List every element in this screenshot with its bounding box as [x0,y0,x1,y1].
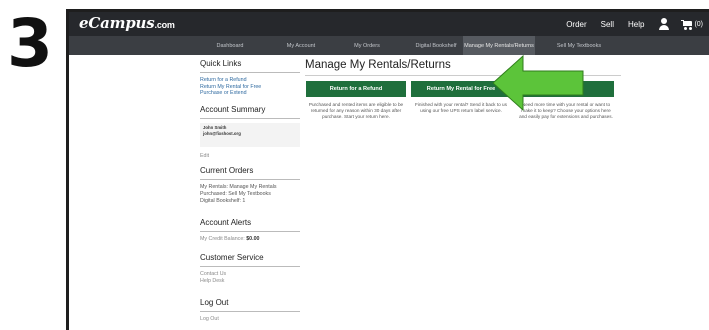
pointer-arrow-icon [492,54,584,112]
browser-frame: eCampus.com Order Sell Help (0) Dashboar… [66,9,709,330]
return-refund-button[interactable]: Return for a Refund [306,81,406,97]
cart-button[interactable]: (0) [681,19,703,30]
top-links: Order Sell Help (0) [559,12,703,36]
help-link[interactable]: Help [621,20,651,29]
log-out-section: Log Out Log Out [200,298,300,323]
account-subnav: Dashboard My Account My Orders Digital B… [69,36,709,55]
quick-link-purchase-extend[interactable]: Purchase or Extend [200,90,300,97]
contact-us-link[interactable]: Contact Us [200,271,300,278]
user-icon[interactable] [657,17,671,31]
top-navigation-bar: eCampus.com Order Sell Help (0) [69,12,709,36]
subnav-my-orders[interactable]: My Orders [337,36,397,55]
log-out-link[interactable]: Log Out [200,316,300,323]
logo-text: eCampus [79,14,155,32]
order-link[interactable]: Order [559,20,593,29]
customer-service-section: Customer Service Contact Us Help Desk [200,253,300,285]
ecampus-logo[interactable]: eCampus.com [79,14,175,32]
logo-domain: .com [154,20,175,30]
credit-balance-value: $0.00 [246,236,260,242]
current-orders-section: Current Orders My Rentals: Manage My Ren… [200,166,300,205]
account-summary-section: Account Summary John Smith john@fixshost… [200,105,300,160]
orders-rentals-line[interactable]: My Rentals: Manage My Rentals [200,184,300,191]
quick-links-heading: Quick Links [200,59,300,73]
cart-icon [681,19,693,30]
orders-purchased-line[interactable]: Purchased: Sell My Textbooks [200,191,300,198]
sell-link[interactable]: Sell [594,20,621,29]
subnav-my-account[interactable]: My Account [272,36,330,55]
account-alerts-heading: Account Alerts [200,218,300,232]
return-refund-description: Purchased and rented items are eligible … [308,102,404,119]
subnav-dashboard[interactable]: Dashboard [199,36,261,55]
help-desk-link[interactable]: Help Desk [200,278,300,285]
account-alerts-section: Account Alerts My Credit Balance: $0.00 [200,218,300,243]
account-info-box: John Smith john@fixshost.org [200,123,300,147]
account-summary-heading: Account Summary [200,105,300,119]
credit-balance: My Credit Balance: $0.00 [200,236,300,243]
arrow-shape [492,54,584,112]
subnav-digital-bookshelf[interactable]: Digital Bookshelf [401,36,471,55]
credit-balance-label: My Credit Balance: [200,236,245,242]
step-number: 3 [7,5,53,82]
account-edit-link[interactable]: Edit [200,153,300,160]
account-email: john@fixshost.org [203,130,241,136]
current-orders-heading: Current Orders [200,166,300,180]
customer-service-heading: Customer Service [200,253,300,267]
cart-count: (0) [694,20,703,28]
log-out-heading: Log Out [200,298,300,312]
orders-bookshelf-line[interactable]: Digital Bookshelf: 1 [200,198,300,205]
quick-links-section: Quick Links Return for a Refund Return M… [200,59,300,97]
